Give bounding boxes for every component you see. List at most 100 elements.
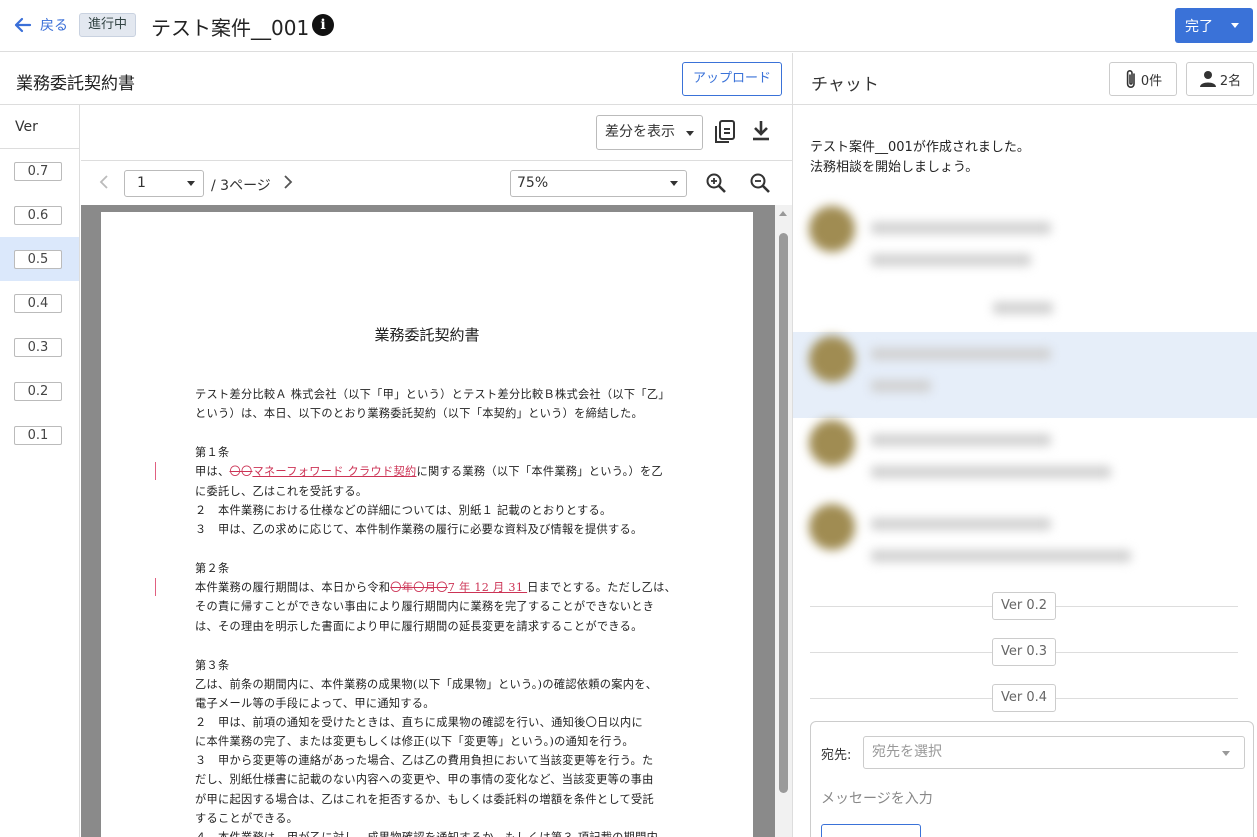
version-item[interactable]: 0.4 — [0, 281, 79, 325]
page-number: 1 — [137, 175, 146, 191]
version-header: Ver — [0, 105, 79, 149]
paperclip-icon — [1126, 70, 1135, 88]
page-select[interactable]: 1 — [124, 170, 204, 197]
pdf-viewer[interactable]: 業務委託契約書 テスト差分比較Ａ 株式会社（以下「甲」という）とテスト差分比較Ｂ… — [81, 205, 775, 837]
document-line: が甲に起因する場合は、乙はこれを拒否するか、もしくは委託料の増額を条件として受託 — [195, 793, 654, 806]
done-label: 完了 — [1185, 18, 1213, 35]
version-label: 0.3 — [14, 338, 62, 357]
version-label: 0.6 — [14, 206, 62, 225]
app-header: 戻る 進行中 テスト案件__001 i 完了 — [0, 0, 1257, 52]
document-heading: 業務委託契約書 — [374, 326, 480, 344]
chevron-down-icon — [1222, 751, 1230, 756]
chevron-down-icon — [686, 131, 694, 136]
recipient-label: 宛先: — [821, 748, 852, 763]
info-icon[interactable]: i — [312, 14, 334, 36]
chevron-right-icon[interactable] — [283, 174, 293, 190]
document-line: ３ 甲は、乙の求めに応じて、本件制作業務の履行に必要な資料及び情報を提供する。 — [195, 523, 643, 536]
scroll-up-arrow[interactable] — [779, 211, 787, 216]
system-message: テスト案件__001が作成されました。 法務相談を開始しましょう。 — [810, 140, 1030, 175]
document-header: 業務委託契約書 アップロード — [0, 53, 792, 105]
version-list: Ver 0.7 0.6 0.5 0.4 0.3 0.2 0.1 — [0, 105, 80, 837]
diff-label: 差分を表示 — [605, 124, 675, 140]
version-label: 0.5 — [14, 250, 62, 269]
document-line: という）は、本日、以下のとおり業務委託契約（以下「本契約」という）を締結した。 — [195, 407, 644, 420]
document-line: することができる。 — [195, 812, 299, 825]
back-button[interactable]: 戻る — [14, 15, 68, 35]
members-count: 2名 — [1219, 73, 1242, 89]
avatar — [809, 336, 855, 382]
attach-file-button[interactable] — [821, 824, 921, 837]
pager-toolbar: 1 / 3ページ 75% — [81, 162, 792, 205]
document-title: 業務委託契約書 — [16, 74, 135, 94]
document-line: に本件業務の完了、または変更もしくは修正(以下「変更等」という。)の通知を行う。 — [195, 735, 634, 748]
document-line: その責に帰すことができない事由により履行期間内に業務を完了することができないとき — [195, 600, 655, 613]
status-badge: 進行中 — [79, 13, 137, 37]
members-button[interactable]: 2名 — [1186, 62, 1254, 96]
version-label: 0.4 — [14, 294, 62, 313]
version-label: 0.7 — [14, 162, 62, 181]
inserted-text: 7 年 12 月 31 — [447, 581, 528, 594]
article-heading: 第３条 — [195, 659, 230, 672]
avatar — [809, 206, 855, 252]
version-marker[interactable]: Ver 0.2 — [992, 592, 1056, 620]
attachments-button[interactable]: 0件 — [1109, 62, 1177, 96]
recipient-select[interactable]: 宛先を選択 — [863, 736, 1245, 769]
zoom-level: 75% — [517, 175, 549, 191]
document-line: 乙は、前条の期間内に、本件業務の成果物(以下「成果物」という。)の確認依頼の案内… — [195, 678, 658, 691]
version-marker[interactable]: Ver 0.3 — [992, 638, 1056, 666]
document-line: ３ 甲から変更等の連絡があった場合、乙は乙の費用負担において当該変更等を行う。た — [195, 754, 654, 767]
version-item[interactable]: 0.7 — [0, 149, 79, 193]
upload-button[interactable]: アップロード — [682, 62, 782, 96]
document-toolbar: 差分を表示 — [81, 105, 792, 161]
change-marker — [155, 462, 156, 480]
viewer-scrollbar[interactable] — [775, 205, 792, 837]
page-title: テスト案件__001 — [151, 16, 310, 40]
article-heading: 第２条 — [195, 562, 230, 575]
chat-header: チャット 0件 2名 — [793, 53, 1257, 105]
version-item[interactable]: 0.6 — [0, 193, 79, 237]
document-line: は、その理由を明示した書面により甲に履行期間の延長変更を請求することができる。 — [195, 620, 643, 633]
document-page: 業務委託契約書 テスト差分比較Ａ 株式会社（以下「甲」という）とテスト差分比較Ｂ… — [101, 212, 753, 837]
page-total: / 3ページ — [211, 178, 271, 194]
version-label: 0.2 — [14, 382, 62, 401]
document-line: テスト差分比較Ａ 株式会社（以下「甲」という）とテスト差分比較Ｂ株式会社（以下「… — [195, 388, 670, 401]
back-label: 戻る — [40, 18, 68, 34]
document-line: ４ 本件業務は、甲が乙に対し、成果物確認を通知するか、もしくは第３ 項記載の期間… — [195, 829, 658, 837]
zoom-select[interactable]: 75% — [510, 170, 687, 197]
zoom-in-icon[interactable] — [705, 172, 727, 194]
document-line: 甲は、〇〇マネーフォワード クラウド契約に関する業務（以下「本件業務」という。）… — [195, 465, 663, 478]
scroll-thumb[interactable] — [779, 233, 788, 793]
document-line: 本件業務の履行期間は、本日から令和〇年〇月〇7 年 12 月 31 日までとする… — [195, 581, 677, 594]
copy-document-icon[interactable] — [713, 119, 737, 145]
avatar — [809, 420, 855, 466]
deleted-text: 〇年〇月〇 — [390, 581, 448, 594]
recipient-placeholder: 宛先を選択 — [872, 744, 942, 760]
done-button[interactable]: 完了 — [1175, 8, 1253, 43]
document-line: だし、別紙仕様書に記載のない内容への変更や、甲の事情の変化など、当該変更等の事由 — [195, 773, 654, 786]
inserted-text: マネーフォワード クラウド契約 — [252, 465, 417, 478]
chevron-down-icon[interactable] — [1231, 23, 1239, 28]
zoom-out-icon[interactable] — [749, 172, 771, 194]
message-composer: 宛先: 宛先を選択 メッセージを入力 — [810, 721, 1254, 837]
version-item[interactable]: 0.2 — [0, 369, 79, 413]
chevron-left-icon[interactable] — [99, 174, 109, 190]
version-item[interactable]: 0.1 — [0, 413, 79, 457]
chevron-down-icon — [670, 181, 678, 186]
arrow-left-icon — [14, 17, 32, 33]
message-input[interactable]: メッセージを入力 — [821, 788, 933, 808]
document-line: に委託し、乙はこれを受託する。 — [195, 485, 368, 498]
download-icon[interactable] — [751, 119, 771, 143]
blurred-messages — [793, 190, 1193, 590]
avatar — [809, 504, 855, 550]
article-heading: 第１条 — [195, 446, 230, 459]
version-item[interactable]: 0.3 — [0, 325, 79, 369]
version-item-selected[interactable]: 0.5 — [0, 237, 79, 281]
person-icon — [1199, 71, 1216, 87]
attachments-count: 0件 — [1140, 73, 1163, 89]
deleted-text: 〇〇 — [229, 465, 253, 478]
diff-display-dropdown[interactable]: 差分を表示 — [596, 115, 703, 150]
change-marker — [155, 578, 156, 596]
version-label: 0.1 — [14, 426, 62, 445]
document-line: ２ 本件業務における仕様などの詳細については、別紙１ 記載のとおりとする。 — [195, 504, 612, 517]
version-marker[interactable]: Ver 0.4 — [992, 684, 1056, 712]
